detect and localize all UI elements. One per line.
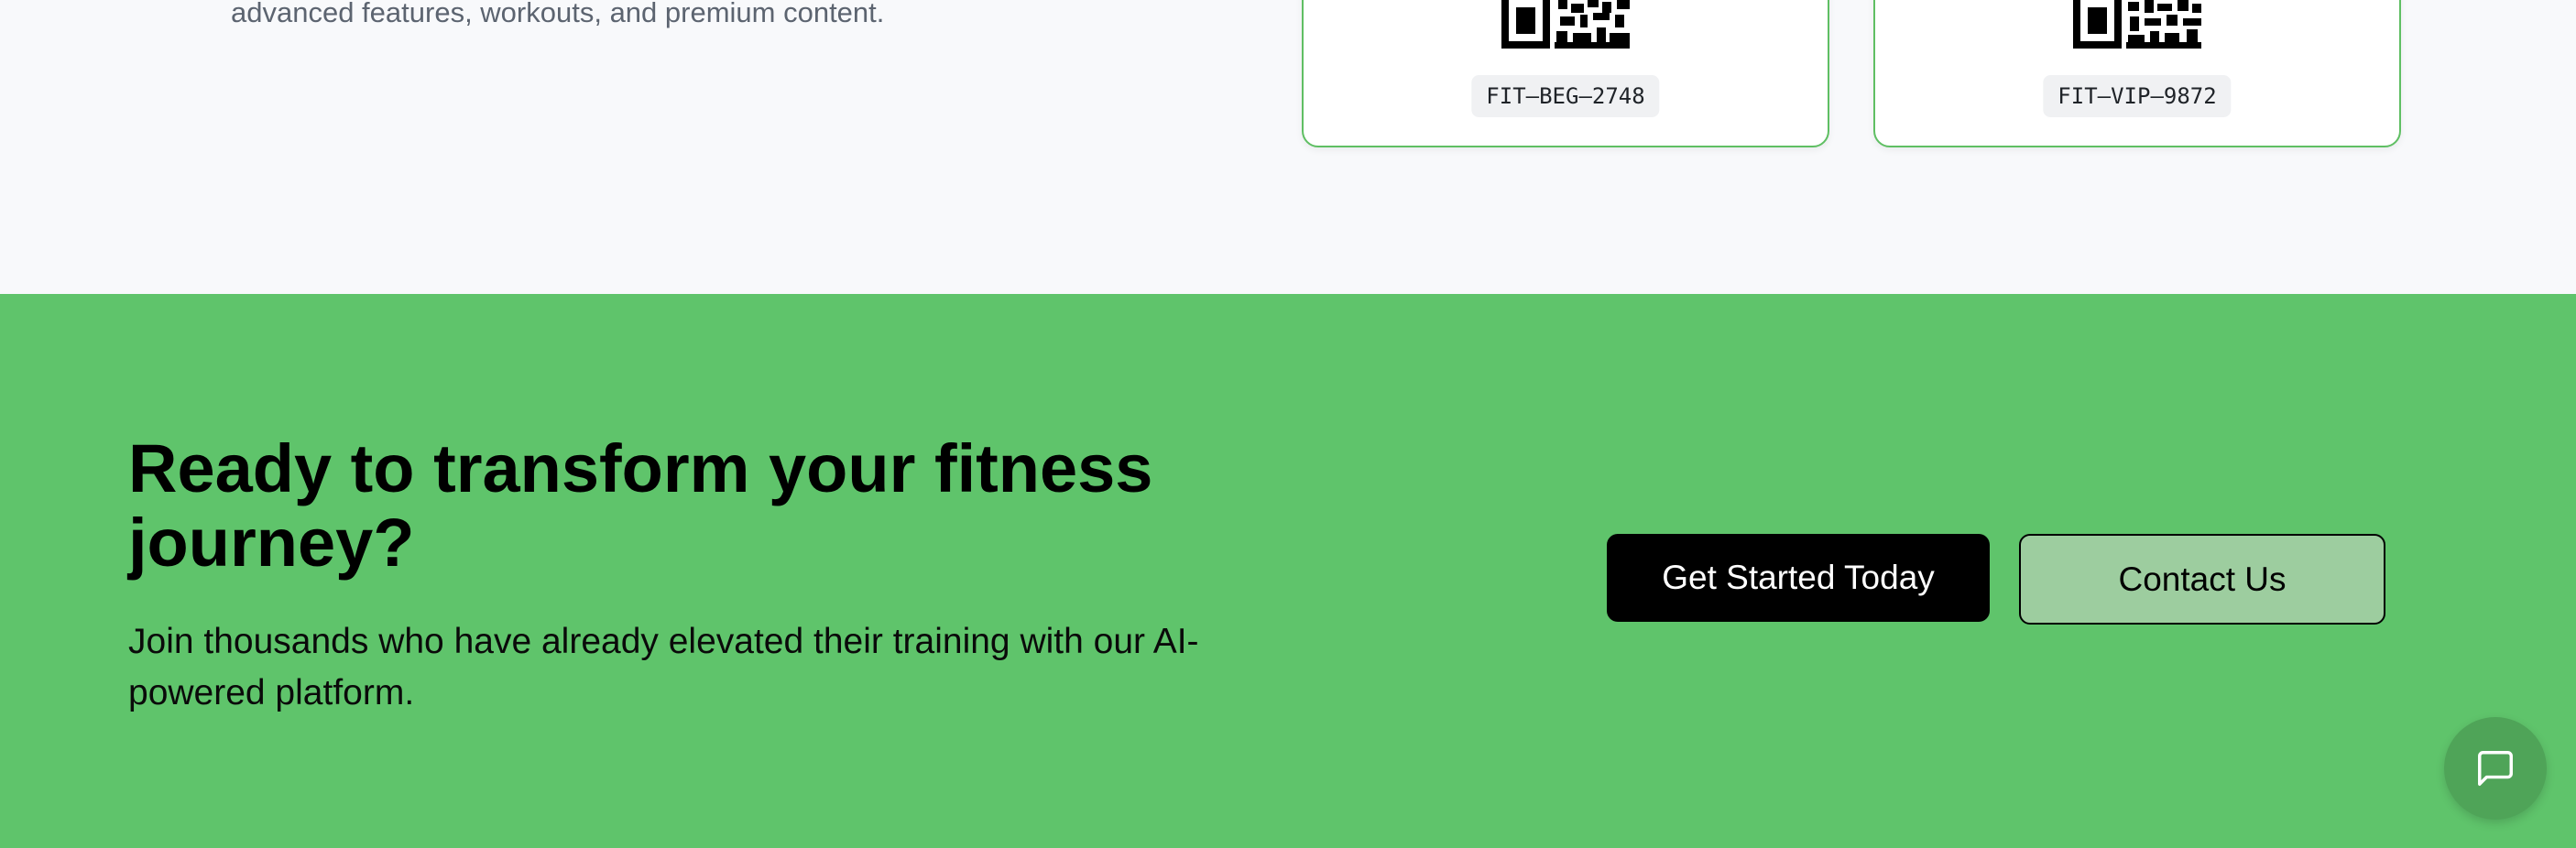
promo-code-card-vip[interactable]: FIT–VIP–9872 <box>1873 0 2401 147</box>
promo-code-card-beginner[interactable]: FIT–BEG–2748 <box>1302 0 1829 147</box>
cta-section: Ready to transform your fitness journey?… <box>0 294 2576 848</box>
chat-bubble-icon <box>2478 751 2513 786</box>
cta-title: Ready to transform your fitness journey? <box>128 430 1153 581</box>
section-description: advanced features, workouts, and premium… <box>231 0 885 28</box>
page: advanced features, workouts, and premium… <box>0 0 2576 848</box>
promo-codes-section: advanced features, workouts, and premium… <box>0 0 2576 294</box>
qr-code-icon <box>2073 0 2201 49</box>
chat-button[interactable] <box>2444 717 2547 820</box>
contact-us-button[interactable]: Contact Us <box>2019 534 2385 625</box>
promo-code-label[interactable]: FIT–VIP–9872 <box>2043 75 2232 117</box>
cta-subtitle: Join thousands who have already elevated… <box>128 622 1199 712</box>
get-started-button[interactable]: Get Started Today <box>1607 534 1990 622</box>
qr-code-icon <box>1501 0 1630 49</box>
promo-code-label[interactable]: FIT–BEG–2748 <box>1471 75 1660 117</box>
